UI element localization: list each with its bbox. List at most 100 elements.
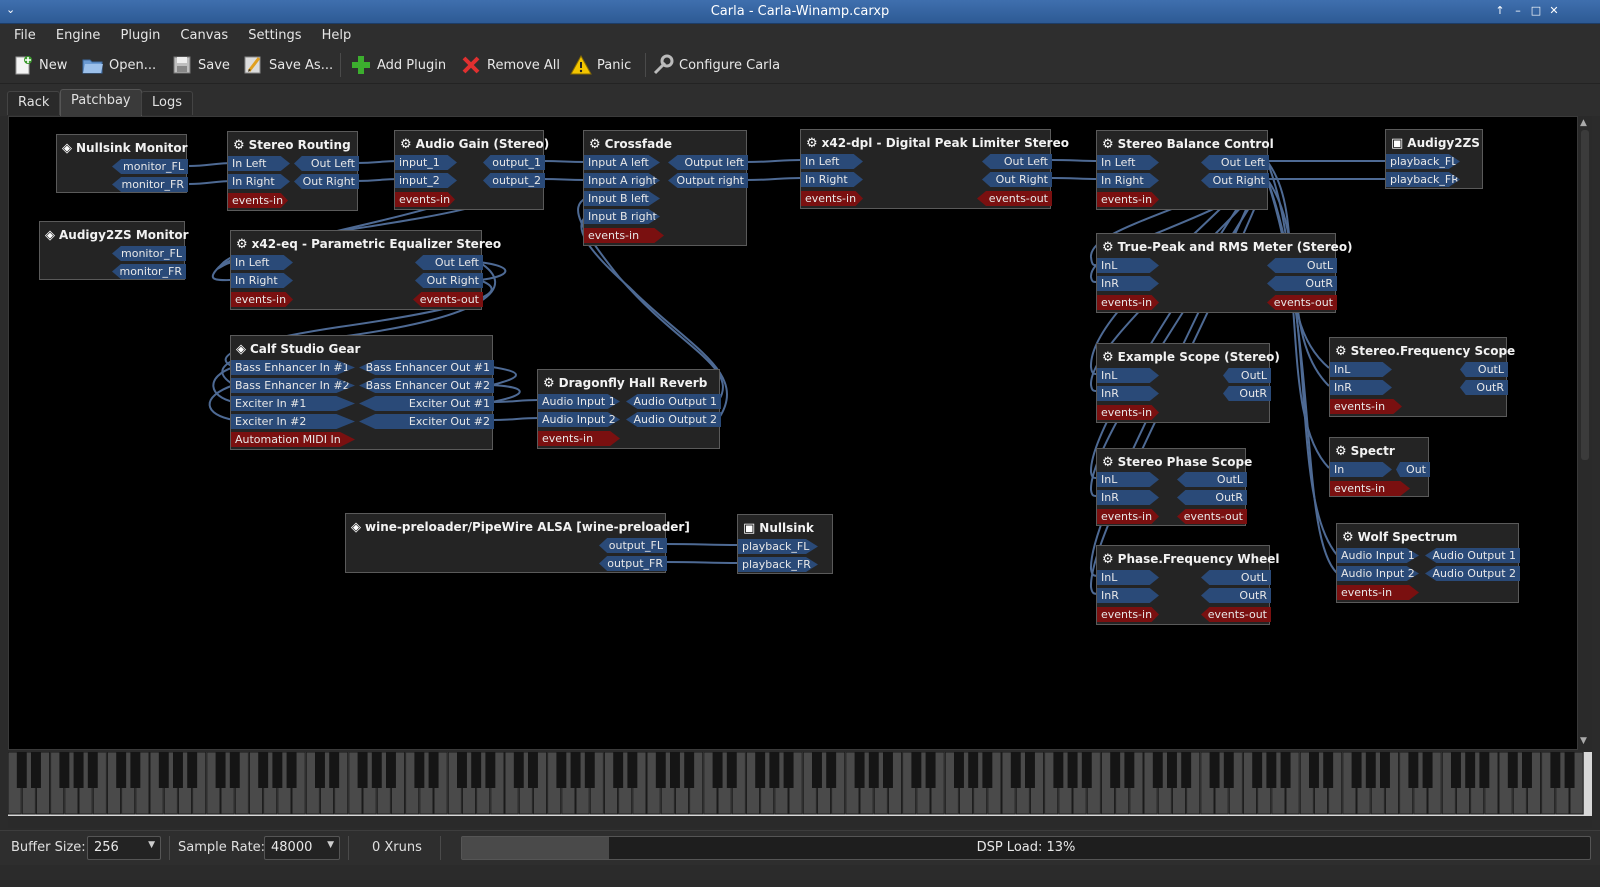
menu-file[interactable]: File	[0, 26, 43, 43]
port-output-right[interactable]: Output right	[668, 173, 748, 188]
port-out-right[interactable]: Out Right	[415, 273, 483, 288]
black-key[interactable]	[826, 752, 837, 788]
black-key[interactable]	[627, 752, 638, 788]
port-playback-fl[interactable]: playback_FL	[1386, 154, 1460, 169]
buffer-size-select[interactable]: 256 ▼	[87, 836, 161, 860]
black-key[interactable]	[471, 752, 482, 788]
port-out-left[interactable]: Out Left	[1201, 155, 1269, 170]
port-inr[interactable]: InR	[1097, 588, 1159, 603]
tab-rack[interactable]: Rack	[7, 91, 61, 115]
port-inr[interactable]: InR	[1097, 276, 1159, 291]
save-as-button[interactable]: Save As...	[242, 52, 333, 78]
black-key[interactable]	[457, 752, 467, 788]
scroll-up-icon[interactable]: ▲	[1580, 118, 1587, 128]
midi-keyboard[interactable]	[7, 751, 1592, 816]
port-events-out[interactable]: events-out	[1201, 607, 1271, 622]
port-events-in[interactable]: events-in	[538, 431, 620, 446]
black-key[interactable]	[1110, 752, 1121, 788]
port-outl[interactable]: OutL	[1201, 570, 1271, 585]
port-events-in[interactable]: events-in	[1097, 607, 1159, 622]
black-key[interactable]	[1564, 752, 1575, 788]
node-nullsink-monitor[interactable]: ◈ Nullsink Monitor monitor_FL monitor_FR	[56, 134, 188, 193]
node-stereo-balance[interactable]: ⚙ Stereo Balance Control In Left In Right…	[1096, 130, 1274, 210]
port-bass-out-2[interactable]: Bass Enhancer Out #2	[359, 378, 494, 393]
port-outr[interactable]: OutR	[1267, 276, 1337, 291]
port-output-fr[interactable]: output_FR	[599, 556, 667, 571]
black-key[interactable]	[1351, 752, 1362, 788]
tab-logs[interactable]: Logs	[141, 91, 193, 115]
port-in-left[interactable]: In Left	[228, 156, 290, 171]
black-key[interactable]	[982, 752, 993, 788]
port-bass-out-1[interactable]: Bass Enhancer Out #1	[359, 360, 494, 375]
port-input-a-right[interactable]: Input A right	[584, 173, 660, 188]
port-out-right[interactable]: Out Right	[1201, 173, 1269, 188]
xruns-label[interactable]: 0 Xruns	[372, 840, 422, 855]
black-key[interactable]	[1422, 752, 1433, 788]
port-inl[interactable]: InL	[1330, 362, 1392, 377]
port-inl[interactable]: InL	[1097, 258, 1159, 273]
black-key[interactable]	[783, 752, 794, 788]
port-events-out[interactable]: events-out	[977, 191, 1052, 206]
black-key[interactable]	[1010, 752, 1021, 788]
node-spectr[interactable]: ⚙ Spectr In Out events-in	[1329, 437, 1430, 497]
port-inl[interactable]: InL	[1097, 368, 1159, 383]
port-in-right[interactable]: In Right	[1097, 173, 1159, 188]
black-key[interactable]	[116, 752, 127, 788]
port-outr[interactable]: OutR	[1201, 588, 1271, 603]
black-key[interactable]	[954, 752, 964, 788]
port-events-out[interactable]: events-out	[1177, 509, 1247, 524]
black-key[interactable]	[556, 752, 567, 788]
black-key[interactable]	[755, 752, 766, 788]
black-key[interactable]	[286, 752, 297, 788]
vertical-scrollbar[interactable]: ▲ ▼	[1578, 116, 1592, 750]
port-exciter-out-1[interactable]: Exciter Out #1	[359, 396, 494, 411]
sample-rate-select[interactable]: 48000 ▼	[264, 836, 340, 860]
minimize-icon[interactable]: –	[1510, 3, 1526, 19]
black-key[interactable]	[1280, 752, 1291, 788]
port-input-1[interactable]: input_1	[395, 155, 457, 170]
port-outl[interactable]: OutL	[1460, 362, 1508, 377]
menu-help[interactable]: Help	[308, 26, 359, 43]
port-audio-input-2[interactable]: Audio Input 2	[1337, 566, 1419, 581]
port-out-left[interactable]: Out Left	[982, 154, 1052, 169]
black-key[interactable]	[1209, 752, 1220, 788]
node-x42-dpl[interactable]: ⚙ x42-dpl - Digital Peak Limiter Stereo I…	[800, 129, 1069, 209]
port-outr[interactable]: OutR	[1177, 490, 1247, 505]
black-key[interactable]	[1067, 752, 1078, 788]
maximize-icon[interactable]: □	[1528, 3, 1544, 19]
black-key[interactable]	[229, 752, 240, 788]
black-key[interactable]	[1451, 752, 1461, 788]
black-key[interactable]	[31, 752, 41, 788]
port-out-right[interactable]: Out Right	[982, 172, 1052, 187]
black-key[interactable]	[357, 752, 368, 788]
black-key[interactable]	[315, 752, 325, 788]
node-audio-gain[interactable]: ⚙ Audio Gain (Stereo) input_1 input_2 out…	[394, 130, 549, 210]
port-monitor-fl[interactable]: monitor_FL	[112, 246, 186, 261]
black-key[interactable]	[1309, 752, 1319, 788]
port-monitor-fr[interactable]: monitor_FR	[112, 177, 188, 192]
black-key[interactable]	[371, 752, 382, 788]
port-events-in[interactable]: events-in	[1097, 509, 1159, 524]
port-output-1[interactable]: output_1	[483, 155, 545, 170]
port-events-in[interactable]: events-in	[1337, 585, 1419, 600]
port-events-in[interactable]: events-in	[228, 193, 288, 208]
black-key[interactable]	[428, 752, 439, 788]
remove-all-button[interactable]: Remove All	[460, 52, 560, 78]
node-phase-scope[interactable]: ⚙ Stereo Phase Scope InL InR OutL OutR ev…	[1096, 448, 1252, 526]
black-key[interactable]	[1223, 752, 1234, 788]
black-key[interactable]	[158, 752, 169, 788]
configure-button[interactable]: Configure Carla	[652, 52, 780, 78]
piano-keys[interactable]	[7, 751, 1592, 816]
black-key[interactable]	[570, 752, 581, 788]
port-outr[interactable]: OutR	[1460, 380, 1508, 395]
black-key[interactable]	[769, 752, 780, 788]
node-audigy-monitor[interactable]: ◈ Audigy2ZS Monitor monitor_FL monitor_FR	[39, 221, 189, 280]
port-in-left[interactable]: In Left	[801, 154, 863, 169]
port-monitor-fr[interactable]: monitor_FR	[112, 264, 186, 279]
black-key[interactable]	[1522, 752, 1532, 788]
port-events-in[interactable]: events-in	[1097, 405, 1159, 420]
black-key[interactable]	[513, 752, 524, 788]
black-key[interactable]	[1152, 752, 1163, 788]
black-key[interactable]	[485, 752, 496, 788]
node-crossfade[interactable]: ⚙ Crossfade Input A left Input A right In…	[583, 130, 748, 246]
